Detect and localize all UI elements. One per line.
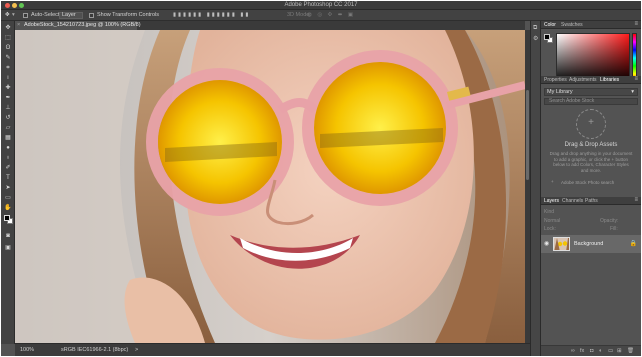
fill-label: Fill: [610, 226, 618, 232]
lock-fill-bar: Lock: Fill: [544, 226, 638, 233]
tab-channels[interactable]: Channels [562, 198, 583, 204]
add-content-icon[interactable]: + [551, 179, 554, 184]
clone-stamp-tool-icon[interactable]: ⊥ [4, 105, 12, 111]
crop-tool-icon[interactable]: ⌗ [4, 65, 12, 71]
quick-mask-icon[interactable]: ◙ [4, 233, 12, 239]
zoom-level[interactable]: 100% [20, 347, 34, 353]
layers-menu-icon[interactable]: ≡ [634, 197, 638, 203]
layer-filter-bar: Kind [544, 209, 638, 216]
library-name: My Library [547, 89, 573, 95]
tool-preset-chevron-icon[interactable]: ▾ [12, 12, 15, 18]
close-tab-icon[interactable]: × [17, 22, 20, 28]
history-brush-tool-icon[interactable]: ↺ [4, 115, 12, 121]
lock-icon: 🔒 [629, 241, 637, 247]
delete-layer-icon[interactable]: 🗑 [627, 348, 634, 354]
blur-tool-icon[interactable]: ● [4, 145, 12, 151]
layer-style-icon[interactable]: fx [580, 348, 584, 354]
scrollbar-thumb[interactable] [526, 90, 529, 180]
foreground-color-swatch[interactable] [4, 215, 10, 221]
path-select-tool-icon[interactable]: ➤ [4, 185, 12, 191]
rectangle-tool-icon[interactable]: ▭ [4, 195, 12, 201]
status-bar: 100% sRGB IEC61966-2.1 (8bpc) > [15, 343, 530, 356]
gradient-tool-icon[interactable]: ▦ [4, 135, 12, 141]
layer-name: Background [574, 241, 604, 247]
move-tool-icon[interactable]: ✥ [4, 25, 12, 31]
new-group-icon[interactable]: ▭ [608, 348, 613, 354]
blend-opacity-bar: Normal Opacity: [544, 218, 638, 225]
library-search-input[interactable]: Search Adobe Stock [544, 98, 638, 105]
show-transform-checkbox[interactable] [89, 13, 94, 18]
eye-icon[interactable]: ◉ [544, 240, 549, 247]
tab-paths[interactable]: Paths [585, 198, 598, 204]
document-tab-title: AdobeStock_154210723.jpeg @ 100% (RGB/8) [24, 22, 141, 28]
libraries-panel-tabs: Properties Adjustments Libraries ≡ [541, 76, 641, 84]
document-tab-bar: × AdobeStock_154210723.jpeg @ 100% (RGB/… [15, 21, 525, 30]
options-bar: ✥ ▾ Auto-Select: Layer Show Transform Co… [1, 10, 641, 21]
adjustment-layer-icon[interactable]: ◐ [599, 348, 602, 354]
layer-row-background[interactable]: ◉ Background 🔒 [541, 235, 641, 253]
auto-select-label: Auto-Select: [31, 12, 61, 18]
show-transform-label: Show Transform Controls [97, 12, 160, 18]
lock-label: Lock: [544, 226, 556, 232]
history-panel-icon[interactable]: ⧉ [533, 25, 537, 32]
link-layers-icon[interactable]: ∞ [571, 348, 575, 354]
status-menu-arrow[interactable]: > [135, 347, 138, 353]
libraries-menu-icon[interactable]: ≡ [634, 76, 638, 82]
brush-tool-icon[interactable]: ✒ [4, 95, 12, 101]
marquee-tool-icon[interactable]: ⬚ [4, 35, 12, 41]
photo-artwork [15, 30, 525, 343]
quick-select-tool-icon[interactable]: ✎ [4, 55, 12, 61]
color-foreground-swatch[interactable] [544, 34, 550, 40]
align-buttons-icon[interactable]: ▮▮▮▮▮▮ ▮▮▮▮▮▮ ▮▮ [173, 12, 250, 18]
thumbnail-image [554, 238, 569, 250]
kind-filter[interactable]: Kind [544, 209, 554, 215]
eyedropper-tool-icon[interactable]: ı [4, 75, 12, 81]
eraser-tool-icon[interactable]: ▱ [4, 125, 12, 131]
add-asset-icon: + [588, 117, 594, 128]
drop-description: Drag and drop anything in your document … [549, 151, 633, 173]
document-tab[interactable]: × AdobeStock_154210723.jpeg @ 100% (RGB/… [15, 21, 141, 30]
hand-tool-icon[interactable]: ✋ [4, 205, 12, 211]
photoshop-window: Adobe Photoshop CC 2017 ✥ ▾ Auto-Select:… [1, 1, 641, 356]
auto-select-checkbox[interactable] [23, 13, 28, 18]
chevron-down-icon: ▾ [631, 89, 634, 95]
panel-menu-icon[interactable]: ≡ [634, 21, 638, 27]
drop-target: + [576, 109, 606, 139]
layer-thumbnail [553, 237, 570, 251]
document-info: sRGB IEC61966-2.1 (8bpc) [61, 347, 129, 353]
new-layer-icon[interactable]: ⊞ [617, 348, 622, 354]
type-tool-icon[interactable]: T [4, 175, 12, 181]
tab-libraries[interactable]: Libraries [600, 77, 619, 83]
pen-tool-icon[interactable]: ✐ [4, 165, 12, 171]
move-tool-icon[interactable]: ✥ [5, 12, 10, 18]
collapsed-panel-strip: ⧉ ⚙ [530, 21, 541, 356]
blend-mode-dropdown[interactable]: Normal [544, 218, 560, 224]
dodge-tool-icon[interactable]: ♁ [4, 155, 12, 161]
opacity-label: Opacity: [600, 218, 619, 224]
layers-panel-tabs: Layers Channels Paths ≡ [541, 197, 641, 205]
app-title: Adobe Photoshop CC 2017 [284, 2, 358, 8]
auto-select-dropdown[interactable]: Layer [59, 12, 83, 19]
lasso-tool-icon[interactable]: ʘ [4, 45, 12, 51]
tab-properties[interactable]: Properties [544, 77, 567, 83]
healing-brush-tool-icon[interactable]: ✚ [4, 85, 12, 91]
right-panel-dock: Color Swatches ≡ Properties Adjustments … [541, 21, 641, 356]
tools-panel: ✥ ⬚ ʘ ✎ ⌗ ı ✚ ✒ ⊥ ↺ ▱ ▦ ● ♁ ✐ T ➤ ▭ ✋ 🔍 … [1, 21, 15, 344]
screen-mode-icon[interactable]: ▣ [4, 245, 12, 251]
library-dropdown[interactable]: My Library ▾ [544, 88, 638, 96]
layers-footer: ∞ fx ◘ ◐ ▭ ⊞ 🗑 [541, 345, 641, 356]
libraries-footer: + Adobe Stock Photo search [541, 179, 641, 187]
tab-swatches[interactable]: Swatches [561, 22, 583, 28]
color-panel-tabs: Color Swatches ≡ [541, 21, 641, 29]
tab-layers[interactable]: Layers [544, 198, 559, 204]
tab-adjustments[interactable]: Adjustments [569, 77, 597, 83]
layer-mask-icon[interactable]: ◘ [590, 348, 593, 354]
properties-panel-icon[interactable]: ⚙ [533, 35, 538, 42]
drop-title: Drag & Drop Assets [564, 142, 618, 148]
document-canvas[interactable] [15, 30, 525, 343]
stock-search-label: Adobe Stock Photo search [561, 180, 615, 185]
tab-color[interactable]: Color [544, 22, 556, 28]
title-bar: Adobe Photoshop CC 2017 [1, 1, 641, 10]
3d-mode-icons: ◍ ◎ ✣ ⬌ ▣ [307, 12, 356, 18]
